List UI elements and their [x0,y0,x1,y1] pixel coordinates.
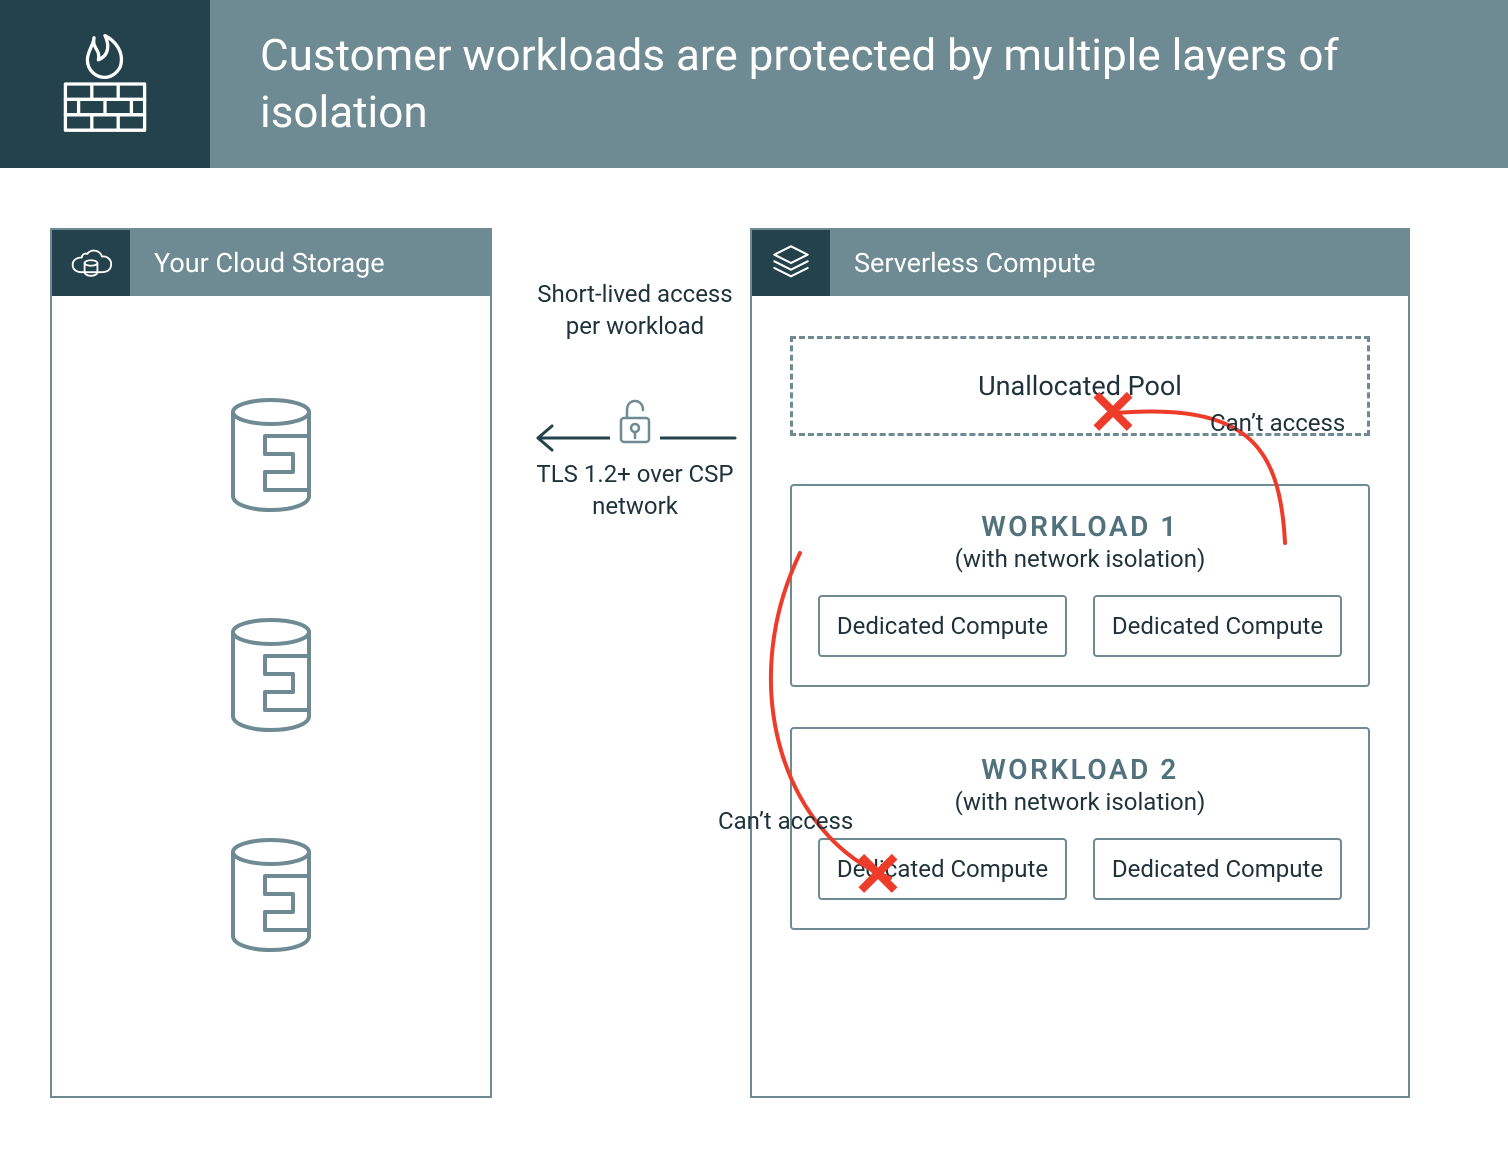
deny-label-1: Can’t access [1210,408,1345,438]
connection-bottom-label: TLS 1.2+ over CSP network [530,458,740,523]
dedicated-compute-box: Dedicated Compute [818,595,1067,657]
compute-title: Serverless Compute [830,230,1408,296]
deny-label-2: Can’t access [718,806,853,836]
deny-x-icon: ✕ [1087,383,1139,445]
workload-1-title: WORKLOAD 1 [818,510,1342,543]
connection-top-label: Short-lived access per workload [530,278,740,343]
lock-open-icon [610,394,660,450]
cloud-storage-icon [52,230,130,296]
firewall-icon [0,0,210,168]
diagram-canvas: Your Cloud Storage [0,168,1508,1164]
header-banner: Customer workloads are protected by mult… [0,0,1508,168]
dedicated-compute-box: Dedicated Compute [1093,838,1342,900]
compute-panel: Serverless Compute Unallocated Pool WORK… [750,228,1410,1098]
database-icon [221,396,321,520]
serverless-stack-icon [752,230,830,296]
storage-panel: Your Cloud Storage [50,228,492,1098]
workload-1-subtitle: (with network isolation) [818,545,1342,573]
storage-title: Your Cloud Storage [130,230,490,296]
page-title: Customer workloads are protected by mult… [210,0,1508,168]
deny-x-icon: ✕ [852,845,904,907]
workload-2-title: WORKLOAD 2 [818,753,1342,786]
storage-header: Your Cloud Storage [52,230,490,296]
dedicated-compute-box: Dedicated Compute [1093,595,1342,657]
workload-1: WORKLOAD 1 (with network isolation) Dedi… [790,484,1370,687]
workload-2-subtitle: (with network isolation) [818,788,1342,816]
compute-header: Serverless Compute [752,230,1408,296]
database-icon [221,836,321,960]
database-icon [221,616,321,740]
